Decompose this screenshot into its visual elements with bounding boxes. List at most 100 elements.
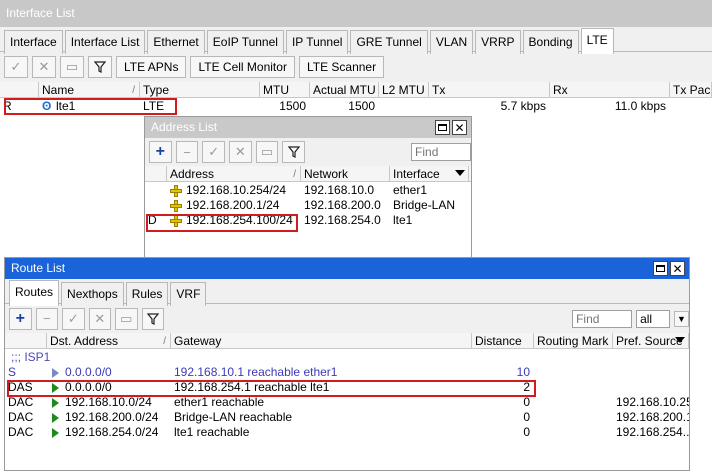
route-row[interactable]: S 0.0.0.0/0 192.168.10.1 reachable ether… xyxy=(5,365,689,380)
col-actual-mtu[interactable]: Actual MTU xyxy=(310,82,379,97)
address-icon xyxy=(170,214,182,227)
close-icon[interactable]: ✕ xyxy=(670,261,685,276)
tab-gre-tunnel[interactable]: GRE Tunnel xyxy=(350,30,428,54)
add-icon[interactable]: + xyxy=(9,307,32,330)
disable-icon[interactable]: ✕ xyxy=(32,56,56,78)
col-address[interactable]: Address / xyxy=(167,166,301,181)
address-table-header: Address / Network Interface xyxy=(145,166,471,182)
lte-cell-monitor-button[interactable]: LTE Cell Monitor xyxy=(190,56,295,78)
comment-icon[interactable]: ▭ xyxy=(255,141,279,163)
maximize-icon[interactable] xyxy=(653,261,668,276)
col-l2-mtu[interactable]: L2 MTU xyxy=(379,82,429,97)
tab-nexthops[interactable]: Nexthops xyxy=(61,282,124,306)
enable-icon[interactable]: ✓ xyxy=(4,56,28,78)
route-table: Dst. Address / Gateway Distance Routing M… xyxy=(5,333,689,470)
route-toolbar: + − ✓ ✕ ▭ all ▼ xyxy=(5,304,690,333)
col-pref-source[interactable]: Pref. Source xyxy=(613,333,689,348)
comment-icon[interactable]: ▭ xyxy=(115,307,138,330)
col-network[interactable]: Network xyxy=(301,166,390,181)
interface-list-titlebar[interactable]: Interface List xyxy=(0,0,712,27)
route-row[interactable]: DAS 0.0.0.0/0 192.168.254.1 reachable lt… xyxy=(5,380,689,395)
col-distance[interactable]: Distance xyxy=(472,333,534,348)
row-flag: DAC xyxy=(8,395,34,409)
address-list-title: Address List xyxy=(151,120,218,134)
col-flag xyxy=(0,82,39,97)
add-icon[interactable]: + xyxy=(149,141,172,163)
tab-rules[interactable]: Rules xyxy=(125,282,169,306)
route-list-title: Route List xyxy=(11,261,66,275)
filter-icon[interactable] xyxy=(282,141,306,163)
row-pref: 192.168.10.254 xyxy=(616,395,689,409)
remove-icon[interactable]: − xyxy=(175,141,199,163)
address-row[interactable]: 192.168.200.1/24 192.168.200.0 Bridge-LA… xyxy=(145,198,471,213)
route-filter-select[interactable]: all xyxy=(636,309,670,328)
enable-icon[interactable]: ✓ xyxy=(62,307,85,330)
address-toolbar: + − ✓ ✕ ▭ xyxy=(145,138,472,166)
row-rx: 11.0 kbps xyxy=(614,99,666,113)
row-dst: 192.168.10.0/24 xyxy=(47,395,171,410)
row-pref xyxy=(613,380,689,395)
route-icon xyxy=(52,367,59,378)
route-row[interactable]: DAC 192.168.10.0/24 ether1 reachable 0 1… xyxy=(5,395,689,410)
row-name: ʘ lte1 xyxy=(42,99,76,113)
row-mark xyxy=(534,410,613,425)
row-interface: ether1 xyxy=(393,183,428,197)
close-icon[interactable]: ✕ xyxy=(452,120,467,135)
lte-apns-button[interactable]: LTE APNs xyxy=(116,56,187,78)
address-find-input[interactable] xyxy=(411,143,472,161)
col-interface[interactable]: Interface xyxy=(390,166,469,181)
tab-lte[interactable]: LTE xyxy=(580,28,614,54)
col-tx[interactable]: Tx xyxy=(429,82,550,97)
route-list-titlebar[interactable]: Route List ✕ xyxy=(5,258,689,279)
row-l2-mtu xyxy=(379,99,429,114)
comment-icon[interactable]: ▭ xyxy=(60,56,84,78)
tab-routes[interactable]: Routes xyxy=(9,280,60,306)
route-row[interactable]: DAC 192.168.254.0/24 lte1 reachable 0 19… xyxy=(5,425,689,440)
route-table-header: Dst. Address / Gateway Distance Routing M… xyxy=(5,333,689,349)
enable-icon[interactable]: ✓ xyxy=(202,141,226,163)
tab-interface[interactable]: Interface xyxy=(4,30,63,54)
tab-vrf[interactable]: VRF xyxy=(170,282,207,306)
filter-icon[interactable] xyxy=(88,56,112,78)
row-flag: DAS xyxy=(8,380,33,394)
row-tx-pack xyxy=(670,99,712,114)
disable-icon[interactable]: ✕ xyxy=(229,141,252,163)
row-dst: 192.168.254.0/24 xyxy=(47,425,171,440)
row-actual-mtu: 1500 xyxy=(348,99,375,113)
address-row[interactable]: 192.168.10.254/24 192.168.10.0 ether1 xyxy=(145,183,471,198)
col-type[interactable]: Type xyxy=(140,82,260,97)
tab-vlan[interactable]: VLAN xyxy=(429,30,474,54)
col-gateway[interactable]: Gateway xyxy=(171,333,472,348)
tab-eoip-tunnel[interactable]: EoIP Tunnel xyxy=(206,30,284,54)
address-table: Address / Network Interface 192.168.10.25… xyxy=(145,166,471,257)
route-row[interactable]: DAC 192.168.200.0/24 Bridge-LAN reachabl… xyxy=(5,410,689,425)
interface-row-lte1[interactable]: R ʘ lte1 LTE 1500 1500 5.7 kbps 11.0 kbps xyxy=(0,99,712,114)
col-name[interactable]: Name / xyxy=(39,82,140,97)
col-rx[interactable]: Rx xyxy=(550,82,670,97)
tab-interface-list[interactable]: Interface List xyxy=(64,30,146,54)
filter-icon[interactable] xyxy=(141,307,165,330)
col-tx-pack[interactable]: Tx Pack xyxy=(670,82,712,97)
address-row[interactable]: D 192.168.254.100/24 192.168.254.0 lte1 xyxy=(145,213,471,228)
lte-scanner-button[interactable]: LTE Scanner xyxy=(298,56,385,78)
tab-ethernet[interactable]: Ethernet xyxy=(147,30,205,54)
maximize-icon[interactable] xyxy=(435,120,450,135)
col-routing-mark[interactable]: Routing Mark xyxy=(534,333,613,348)
tab-ip-tunnel[interactable]: IP Tunnel xyxy=(285,30,349,54)
tab-vrrp[interactable]: VRRP xyxy=(475,30,521,54)
route-find-input[interactable] xyxy=(572,309,633,328)
col-mtu[interactable]: MTU xyxy=(260,82,310,97)
remove-icon[interactable]: − xyxy=(35,307,59,330)
dropdown-icon[interactable]: ▼ xyxy=(673,310,690,327)
address-list-titlebar[interactable]: Address List ✕ xyxy=(145,117,471,138)
row-flag: S xyxy=(8,365,17,379)
route-comment: ;;; ISP1 xyxy=(5,350,689,365)
row-mtu: 1500 xyxy=(279,99,306,113)
row-interface: lte1 xyxy=(393,213,413,227)
tab-bonding[interactable]: Bonding xyxy=(522,30,579,54)
row-distance: 0 xyxy=(523,425,530,439)
row-distance: 0 xyxy=(523,395,530,409)
disable-icon[interactable]: ✕ xyxy=(88,307,112,330)
row-type: LTE xyxy=(143,99,165,113)
col-dst-address[interactable]: Dst. Address / xyxy=(47,333,171,348)
